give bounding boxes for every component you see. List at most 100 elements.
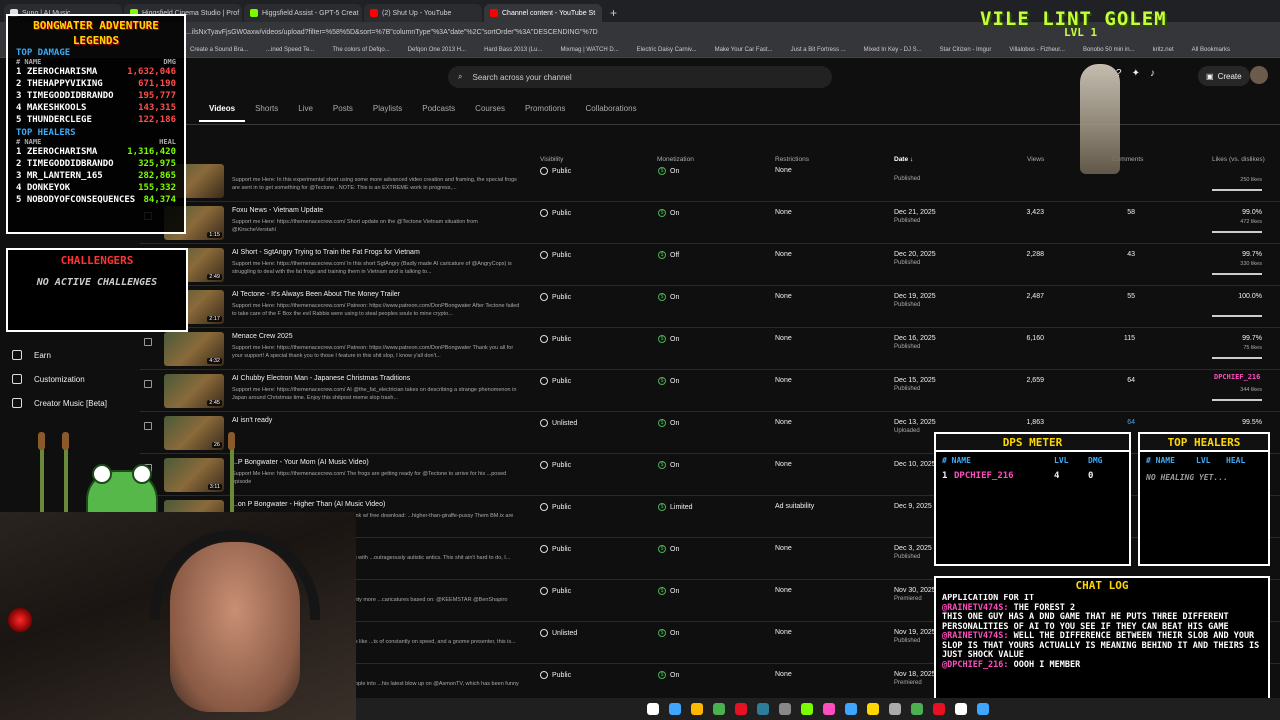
visibility-cell[interactable]: Public bbox=[540, 545, 571, 553]
table-row[interactable]: 2:49 AI Short - SgtAngry Trying to Train … bbox=[140, 244, 1280, 286]
tab-posts[interactable]: Posts bbox=[323, 104, 363, 122]
taskbar-app-icon[interactable] bbox=[911, 703, 923, 715]
sparkle-icon[interactable]: ✦ bbox=[1132, 68, 1140, 79]
video-thumbnail[interactable]: 2:45 bbox=[164, 374, 224, 408]
browser-tab[interactable]: Higgsfield Assist - GPT-5 Creat bbox=[244, 4, 362, 22]
bookmark[interactable]: Make Your Car Fast... bbox=[715, 47, 773, 53]
new-tab-button[interactable]: + bbox=[610, 4, 617, 22]
bookmark[interactable]: Bonobo 50 min in... bbox=[1083, 47, 1135, 53]
sidebar-item-earn[interactable]: Earn bbox=[12, 350, 51, 360]
comments-value[interactable]: 55 bbox=[1105, 293, 1135, 300]
video-title[interactable]: Menace Crew 2025 bbox=[232, 333, 293, 340]
taskbar-app-icon[interactable] bbox=[735, 703, 747, 715]
taskbar-app-icon[interactable] bbox=[889, 703, 901, 715]
tab-promotions[interactable]: Promotions bbox=[515, 104, 575, 122]
video-title[interactable]: AI isn't ready bbox=[232, 417, 272, 424]
browser-tab[interactable]: (2) Shut Up - YouTube bbox=[364, 4, 482, 22]
taskbar-app-icon[interactable] bbox=[823, 703, 835, 715]
bookmark[interactable]: Villalobos - Fizheur... bbox=[1009, 47, 1065, 53]
row-checkbox[interactable] bbox=[144, 380, 152, 388]
visibility-cell[interactable]: Public bbox=[540, 503, 571, 511]
tab-podcasts[interactable]: Podcasts bbox=[412, 104, 465, 122]
taskbar-app-icon[interactable] bbox=[933, 703, 945, 715]
bookmark[interactable]: ...ined Speed Te... bbox=[266, 47, 314, 53]
video-thumbnail[interactable]: 4:32 bbox=[164, 332, 224, 366]
bookmark[interactable]: Mixmag | WATCH D... bbox=[560, 47, 618, 53]
table-row[interactable]: 1:15 Foxu News - Vietnam Update Support me… bbox=[140, 202, 1280, 244]
visibility-cell[interactable]: Public bbox=[540, 293, 571, 301]
table-row[interactable]: 2:17 AI Tectone - It's Always Been About … bbox=[140, 286, 1280, 328]
taskbar-app-icon[interactable] bbox=[801, 703, 813, 715]
monetization-cell[interactable]: $ On bbox=[658, 209, 679, 217]
visibility-cell[interactable]: Public bbox=[540, 461, 571, 469]
bookmark[interactable]: Star Citizen - Imgur bbox=[940, 47, 992, 53]
monetization-cell[interactable]: $ On bbox=[658, 461, 679, 469]
bookmark[interactable]: Create a Sound Bra... bbox=[190, 47, 248, 53]
monetization-cell[interactable]: $ On bbox=[658, 293, 679, 301]
browser-tab[interactable]: Channel content - YouTube St bbox=[484, 4, 602, 22]
video-thumbnail[interactable]: 3:11 bbox=[164, 458, 224, 492]
row-checkbox[interactable] bbox=[144, 338, 152, 346]
row-checkbox[interactable] bbox=[144, 422, 152, 430]
bookmark[interactable]: The colors of Defqo... bbox=[332, 47, 389, 53]
comments-value[interactable]: 64 bbox=[1105, 377, 1135, 384]
bookmark[interactable]: Mixed In Key - DJ S... bbox=[864, 47, 922, 53]
taskbar-app-icon[interactable] bbox=[955, 703, 967, 715]
video-thumbnail[interactable]: 26 bbox=[164, 416, 224, 450]
monetization-cell[interactable]: $ Limited bbox=[658, 503, 693, 511]
video-title[interactable]: AI Chubby Electron Man - Japanese Christ… bbox=[232, 375, 410, 382]
monetization-cell[interactable]: $ On bbox=[658, 545, 679, 553]
tab-videos[interactable]: Videos bbox=[199, 104, 246, 122]
video-title[interactable]: AI Tectone - It's Always Been About The … bbox=[232, 291, 400, 298]
monetization-cell[interactable]: $ On bbox=[658, 377, 679, 385]
monetization-cell[interactable]: $ On bbox=[658, 167, 679, 175]
visibility-cell[interactable]: Public bbox=[540, 671, 571, 679]
sidebar-item-creator-music[interactable]: Creator Music [Beta] bbox=[12, 398, 107, 408]
visibility-cell[interactable]: Unlisted bbox=[540, 419, 577, 427]
bell-icon[interactable]: ♪ bbox=[1150, 68, 1155, 79]
table-row[interactable]: 4:32 Menace Crew 2025 Support me Here: htt… bbox=[140, 328, 1280, 370]
video-title[interactable]: ...P Bongwater - Your Mom (AI Music Vide… bbox=[232, 459, 369, 466]
tab-playlists[interactable]: Playlists bbox=[363, 104, 412, 122]
visibility-cell[interactable]: Public bbox=[540, 335, 571, 343]
monetization-cell[interactable]: $ On bbox=[658, 335, 679, 343]
video-title[interactable]: ...on P Bongwater - Higher Than (AI Musi… bbox=[232, 501, 385, 508]
bookmark[interactable]: Defqon One 2013 H... bbox=[408, 47, 466, 53]
comments-value[interactable]: 43 bbox=[1105, 251, 1135, 258]
taskbar-app-icon[interactable] bbox=[669, 703, 681, 715]
taskbar-app-icon[interactable] bbox=[977, 703, 989, 715]
taskbar-app-icon[interactable] bbox=[845, 703, 857, 715]
taskbar-app-icon[interactable] bbox=[779, 703, 791, 715]
bookmark[interactable]: Electric Daisy Carniv... bbox=[637, 47, 697, 53]
create-button[interactable]: ▣ Create bbox=[1198, 66, 1250, 86]
bookmark[interactable]: kritz.net bbox=[1153, 47, 1174, 53]
taskbar-app-icon[interactable] bbox=[691, 703, 703, 715]
monetization-cell[interactable]: $ On bbox=[658, 629, 679, 637]
visibility-cell[interactable]: Public bbox=[540, 587, 571, 595]
comments-value[interactable]: 58 bbox=[1105, 209, 1135, 216]
bookmark[interactable]: All Bookmarks bbox=[1192, 47, 1230, 53]
bookmark[interactable]: Just a Bit Fortress ... bbox=[791, 47, 846, 53]
bookmark[interactable]: Hard Bass 2013 (Lu... bbox=[484, 47, 542, 53]
monetization-cell[interactable]: $ On bbox=[658, 587, 679, 595]
taskbar-app-icon[interactable] bbox=[867, 703, 879, 715]
taskbar-app-icon[interactable] bbox=[757, 703, 769, 715]
channel-search[interactable]: ⌕ Search across your channel bbox=[448, 66, 832, 88]
avatar[interactable] bbox=[1250, 66, 1268, 84]
tab-live[interactable]: Live bbox=[288, 104, 323, 122]
video-title[interactable]: AI Short - SgtAngry Trying to Train the … bbox=[232, 249, 420, 256]
monetization-cell[interactable]: $ Off bbox=[658, 251, 679, 259]
visibility-cell[interactable]: Unlisted bbox=[540, 629, 577, 637]
comments-value[interactable]: 64 bbox=[1105, 419, 1135, 426]
comments-value[interactable]: 115 bbox=[1105, 335, 1135, 342]
tab-collaborations[interactable]: Collaborations bbox=[575, 104, 646, 122]
visibility-cell[interactable]: Public bbox=[540, 167, 571, 175]
sidebar-item-customization[interactable]: Customization bbox=[12, 374, 85, 384]
visibility-cell[interactable]: Public bbox=[540, 251, 571, 259]
tab-courses[interactable]: Courses bbox=[465, 104, 515, 122]
table-row[interactable]: 2:45 AI Chubby Electron Man - Japanese Ch… bbox=[140, 370, 1280, 412]
monetization-cell[interactable]: $ On bbox=[658, 419, 679, 427]
taskbar-app-icon[interactable] bbox=[713, 703, 725, 715]
video-title[interactable]: Foxu News - Vietnam Update bbox=[232, 207, 323, 214]
visibility-cell[interactable]: Public bbox=[540, 209, 571, 217]
